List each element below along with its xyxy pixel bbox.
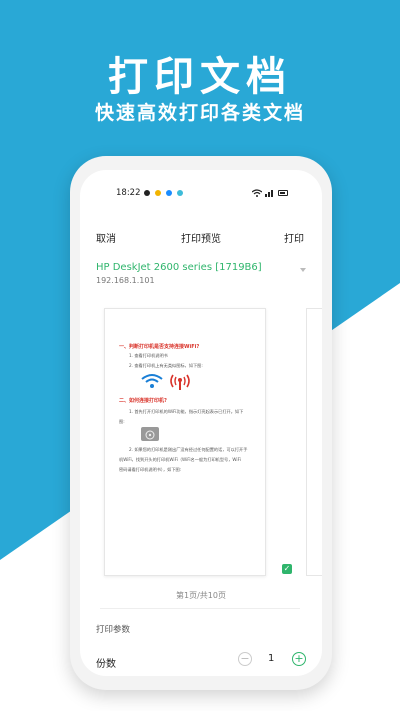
app-icon	[155, 190, 161, 196]
decrement-button[interactable]: −	[238, 652, 252, 666]
next-page-preview[interactable]	[306, 308, 322, 576]
wifi-button-icon	[145, 430, 155, 440]
doc-line: 2. 查看打印机上有无类似图标，如下图:	[129, 363, 203, 368]
phone-screen: 18:22 取消 打印预览 打印 HP DeskJet 2600 series …	[80, 170, 322, 676]
doc-line: 2. 如果您的打印机是刚出厂没有经过任何配置的话，可以打开手	[129, 447, 248, 452]
increment-button[interactable]: +	[292, 652, 306, 666]
doc-heading: 一、判断打印机是否支持连接WiFi?	[119, 344, 200, 350]
status-system-icons	[252, 189, 288, 197]
wifi-icon	[252, 189, 262, 197]
print-params-label: 打印参数	[96, 625, 131, 635]
app-icon	[166, 190, 172, 196]
printer-button-image	[141, 427, 159, 441]
doc-line: 1. 查看打印机说明书	[129, 353, 168, 358]
notification-icon	[144, 190, 150, 196]
doc-line: 图:	[119, 419, 125, 424]
banner-subtitle: 快速高效打印各类文档	[94, 102, 305, 124]
doc-line: 1. 首先打开打印机的WiFi功能，指示灯亮起表示已打开。如下	[129, 409, 244, 414]
document-page[interactable]: 一、判断打印机是否支持连接WiFi? 1. 查看打印机说明书 2. 查看打印机上…	[104, 308, 292, 576]
print-button[interactable]: 打印	[284, 230, 304, 245]
status-time: 18:22	[116, 188, 141, 198]
wifi-symbol-icon	[141, 374, 163, 388]
doc-line: 机WiFi，找到开头的打印机WiFi（WiFi名一般为打印机型号，WiFi	[119, 457, 241, 462]
wireless-antenna-icon	[170, 374, 190, 390]
divider	[100, 608, 300, 609]
preview-area[interactable]: 一、判断打印机是否支持连接WiFi? 1. 查看打印机说明书 2. 查看打印机上…	[80, 300, 322, 586]
copies-stepper: − 1 +	[238, 652, 308, 668]
printer-selector[interactable]: HP DeskJet 2600 series [1719B6] 192.168.…	[96, 262, 306, 290]
chevron-down-icon[interactable]	[300, 268, 306, 272]
copies-label: 份数	[96, 659, 116, 670]
banner-title: 打印文档	[108, 54, 292, 100]
status-notification-icons	[144, 190, 183, 196]
doc-line: 密码请看打印机说明书），如下图:	[119, 467, 182, 472]
doc-heading: 二、如何连接打印机?	[119, 398, 167, 404]
printer-name: HP DeskJet 2600 series [1719B6]	[96, 262, 262, 273]
printer-ip: 192.168.1.101	[96, 276, 155, 285]
signal-icon	[265, 190, 273, 197]
status-bar: 18:22	[80, 188, 322, 202]
app-icon	[177, 190, 183, 196]
top-nav: 取消 打印预览 打印	[80, 230, 322, 248]
page-indicator: 第1页/共10页	[176, 591, 226, 600]
battery-icon	[278, 190, 288, 196]
page-select-checkbox[interactable]: ✓	[282, 564, 292, 574]
phone-frame: 18:22 取消 打印预览 打印 HP DeskJet 2600 series …	[70, 156, 332, 690]
copies-value: 1	[268, 653, 275, 664]
